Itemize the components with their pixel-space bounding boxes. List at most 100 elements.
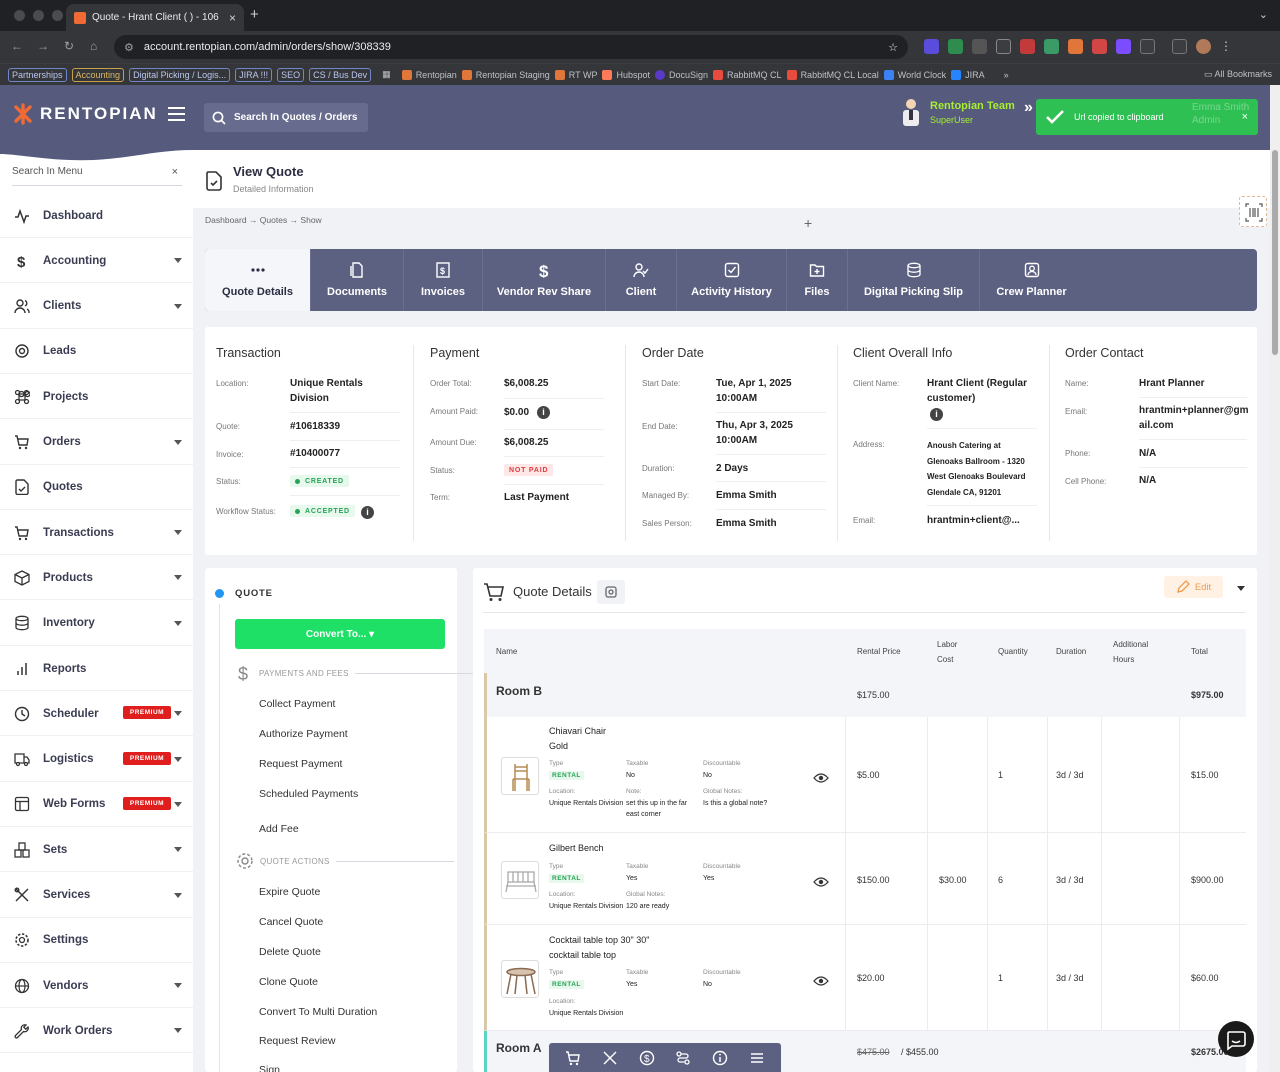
- tab-files[interactable]: Files: [786, 249, 847, 311]
- extension-icon[interactable]: [1092, 39, 1107, 54]
- extension-icon[interactable]: [948, 39, 963, 54]
- tab-client[interactable]: Client: [605, 249, 676, 311]
- all-bookmarks[interactable]: ▭ All Bookmarks: [1204, 69, 1272, 80]
- browser-menu-icon[interactable]: ⋮: [1220, 39, 1235, 54]
- sidebar-item-clients[interactable]: Clients: [0, 285, 193, 329]
- sidebar-item-projects[interactable]: Projects: [0, 375, 193, 420]
- menu-search-input[interactable]: Search In Menu ×: [12, 166, 182, 186]
- bookmark-folder[interactable]: Partnerships: [8, 67, 67, 82]
- bookmark-folder[interactable]: JIRA !!!: [235, 67, 273, 82]
- bookmark-folder[interactable]: Digital Picking / Logis...: [129, 67, 231, 82]
- info-icon[interactable]: i: [537, 406, 550, 419]
- bookmark[interactable]: RabbitMQ CL Local: [786, 69, 879, 80]
- clear-search-icon[interactable]: ×: [172, 166, 178, 178]
- extension-icon[interactable]: [924, 39, 939, 54]
- window-controls[interactable]: [14, 10, 63, 21]
- chevron-down-icon[interactable]: [174, 303, 182, 309]
- chevron-down-icon[interactable]: [174, 801, 182, 807]
- dollar-circle-icon[interactable]: $: [639, 1050, 655, 1066]
- chevron-down-icon[interactable]: [1237, 586, 1245, 591]
- sidebar-item-web-forms[interactable]: Web Forms PREMIUM: [0, 783, 193, 827]
- sidebar-item-quotes[interactable]: Quotes: [0, 466, 193, 510]
- tab-vendor-rev-share[interactable]: $ Vendor Rev Share: [482, 249, 605, 311]
- bookmark[interactable]: World Clock: [883, 69, 946, 80]
- sidebar-item-settings[interactable]: Settings: [0, 919, 193, 963]
- profile-avatar[interactable]: [1196, 39, 1211, 54]
- view-toggle-button[interactable]: [597, 580, 625, 604]
- expire-quote-link[interactable]: Expire Quote: [259, 886, 320, 898]
- clone-quote-link[interactable]: Clone Quote: [259, 976, 318, 988]
- scheduled-payments-link[interactable]: Scheduled Payments: [259, 788, 358, 800]
- user-menu[interactable]: Rentopian Team SuperUser: [900, 97, 1015, 127]
- chevron-down-icon[interactable]: [174, 983, 182, 989]
- eye-icon[interactable]: [813, 876, 829, 888]
- bookmark-folder[interactable]: Accounting: [71, 67, 125, 82]
- extension-icon[interactable]: [1068, 39, 1083, 54]
- brand-logo[interactable]: RENTOPIAN: [12, 103, 158, 125]
- sidebar-item-accounting[interactable]: $ Accounting: [0, 239, 193, 284]
- more-bookmarks-icon[interactable]: »: [1004, 70, 1009, 80]
- home-icon[interactable]: ⌂: [90, 39, 97, 53]
- chevron-down-icon[interactable]: [174, 1028, 182, 1034]
- bookmark-folder[interactable]: CS / Bus Dev: [309, 67, 372, 82]
- download-icon[interactable]: [1172, 39, 1187, 54]
- back-icon[interactable]: ←: [11, 39, 23, 53]
- tab-invoices[interactable]: $ Invoices: [403, 249, 482, 311]
- add-fee-link[interactable]: Add Fee: [259, 823, 299, 835]
- item-name[interactable]: Cocktail table top 30" 30" cocktail tabl…: [549, 933, 669, 963]
- quotes-orders-search[interactable]: Search In Quotes / Orders: [204, 103, 368, 132]
- tab-search-icon[interactable]: ⌄: [1259, 8, 1268, 21]
- chevron-down-icon[interactable]: [174, 258, 182, 264]
- client-name-value[interactable]: Hrant Client (Regular customer): [927, 376, 1037, 406]
- browser-tab[interactable]: Quote - Hrant Client ( ) - 106 ×: [66, 4, 244, 31]
- sidebar-item-transactions[interactable]: Transactions: [0, 511, 193, 556]
- reload-icon[interactable]: ↻: [64, 39, 74, 53]
- double-chevron-right-icon[interactable]: »: [1024, 99, 1033, 117]
- chat-support-button[interactable]: [1218, 1021, 1254, 1057]
- bookmark[interactable]: Hubspot: [602, 69, 650, 80]
- add-plus-icon[interactable]: +: [804, 215, 812, 231]
- sidebar-item-reports[interactable]: Reports: [0, 647, 193, 691]
- scrollbar-thumb[interactable]: [1272, 150, 1278, 355]
- sidebar-item-vendors[interactable]: Vendors: [0, 964, 193, 1009]
- request-review-link[interactable]: Request Review: [259, 1035, 335, 1047]
- bookmark[interactable]: JIRA: [951, 69, 985, 80]
- forward-icon[interactable]: →: [37, 39, 49, 53]
- sidebar-item-scheduler[interactable]: Scheduler PREMIUM: [0, 692, 193, 737]
- chevron-down-icon[interactable]: [174, 439, 182, 445]
- extension-icon[interactable]: [972, 39, 987, 54]
- room-row[interactable]: Room B $175.00 $975.00: [484, 673, 1246, 717]
- power-icon[interactable]: [996, 39, 1011, 54]
- sidebar-item-logistics[interactable]: Logistics PREMIUM: [0, 738, 193, 782]
- collect-payment-link[interactable]: Collect Payment: [259, 698, 335, 710]
- extension-icon[interactable]: [1044, 39, 1059, 54]
- sidebar-item-services[interactable]: Services: [0, 874, 193, 918]
- puzzle-icon[interactable]: [1140, 39, 1155, 54]
- sidebar-item-orders[interactable]: Orders: [0, 421, 193, 465]
- close-tab-icon[interactable]: ×: [229, 11, 236, 25]
- chevron-down-icon[interactable]: [174, 575, 182, 581]
- sidebar-item-inventory[interactable]: Inventory: [0, 602, 193, 646]
- bookmark[interactable]: Rentopian: [401, 69, 457, 80]
- line-item-row[interactable]: Cocktail table top 30" 30" cocktail tabl…: [484, 925, 1246, 1031]
- sidebar-item-products[interactable]: Products: [0, 556, 193, 601]
- hamburger-menu-icon[interactable]: [168, 107, 185, 121]
- new-tab-icon[interactable]: +: [250, 6, 259, 23]
- eye-icon[interactable]: [813, 772, 829, 784]
- info-icon[interactable]: [712, 1050, 728, 1066]
- extension-icon[interactable]: [1020, 39, 1035, 54]
- site-info-icon[interactable]: ⚙: [124, 41, 134, 54]
- chevron-down-icon[interactable]: [174, 711, 182, 717]
- item-name[interactable]: Chiavari Chair Gold: [549, 724, 619, 754]
- tab-documents[interactable]: Documents: [310, 249, 403, 311]
- extension-icon[interactable]: [1116, 39, 1131, 54]
- tab-activity-history[interactable]: Activity History: [676, 249, 786, 311]
- chevron-down-icon[interactable]: [174, 620, 182, 626]
- tab-quote-details[interactable]: Quote Details: [205, 249, 310, 311]
- convert-multi-duration-link[interactable]: Convert To Multi Duration: [259, 1006, 377, 1018]
- cart-icon[interactable]: [565, 1050, 581, 1066]
- contact-email-value[interactable]: hrantmin+planner@gmail.com: [1139, 403, 1251, 433]
- bookmark-folder[interactable]: SEO: [277, 67, 305, 82]
- eye-icon[interactable]: [813, 975, 829, 987]
- info-icon[interactable]: i: [930, 408, 943, 421]
